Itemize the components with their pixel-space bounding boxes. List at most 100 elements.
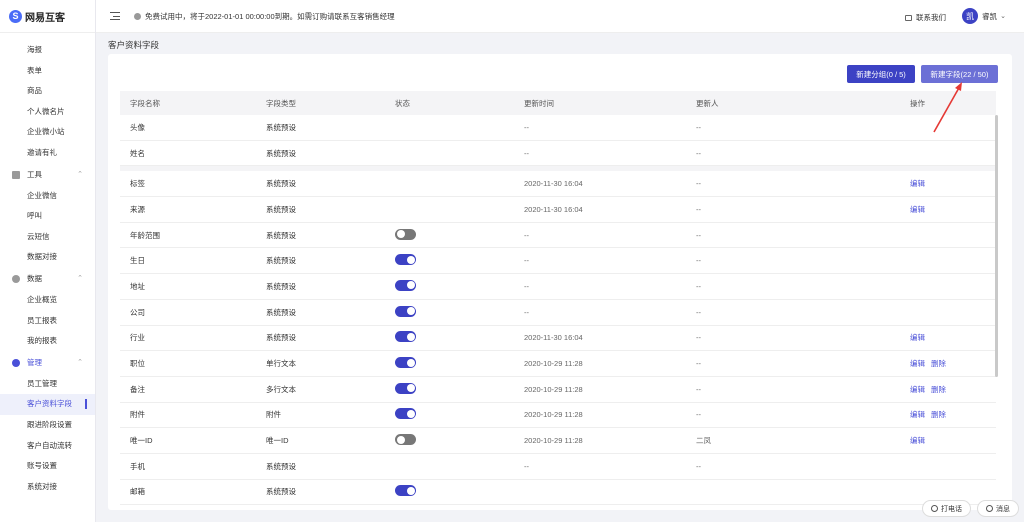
sidebar-item[interactable]: 员工报表 — [0, 311, 95, 332]
field-name: 备注 — [130, 384, 145, 394]
edit-link[interactable]: 编辑 — [910, 436, 925, 445]
updated-by: -- — [696, 359, 701, 369]
message-button[interactable]: 消息 — [977, 500, 1019, 517]
app-logo[interactable]: S 网易互客 — [0, 0, 95, 33]
sidebar-item[interactable]: 客户资料字段 — [0, 394, 95, 415]
chevron-up-icon: ⌃ — [77, 170, 83, 178]
sidebar: S 网易互客 海报 表单 商品 个人微名片 企业微小站 邀请有礼 工具 ⌃ 企业微信 呼叫 云短信数… — [0, 0, 96, 522]
sidebar-group-label: 数据 — [27, 273, 42, 283]
field-status — [395, 203, 524, 216]
sidebar-item[interactable]: 企业概览 — [0, 290, 95, 311]
sidebar-item[interactable]: 系统对接 — [0, 477, 95, 498]
updated-by: -- — [696, 230, 701, 240]
column-header: 字段类型 — [266, 98, 296, 108]
updated-by: -- — [696, 461, 701, 471]
sidebar-item[interactable]: 呼叫 — [0, 206, 95, 227]
call-button[interactable]: 打电话 — [922, 500, 971, 517]
field-type: 系统预设 — [266, 122, 296, 132]
field-status — [395, 279, 524, 293]
toggle-knob — [395, 148, 403, 157]
field-status — [395, 382, 524, 396]
sidebar-item[interactable]: 邀请有礼 — [0, 143, 95, 164]
sidebar-item[interactable]: 商品 — [0, 81, 95, 102]
updated-by: -- — [696, 307, 701, 317]
delete-link[interactable]: 删除 — [931, 385, 946, 394]
grid-icon — [12, 170, 20, 179]
status-toggle[interactable] — [395, 357, 416, 369]
field-status — [395, 331, 524, 344]
status-toggle[interactable] — [395, 382, 416, 394]
field-status — [395, 434, 524, 447]
sidebar-item[interactable]: 我的报表 — [0, 331, 95, 352]
chevron-down-icon: ⌄ — [1000, 13, 1006, 20]
status-toggle[interactable] — [395, 228, 416, 240]
status-toggle[interactable] — [395, 408, 416, 420]
sidebar-item[interactable]: 海报 — [0, 40, 95, 61]
table-scrollbar[interactable] — [995, 115, 998, 377]
status-toggle[interactable] — [395, 485, 416, 497]
toggle-knob — [406, 486, 415, 495]
field-type: 多行文本 — [266, 384, 296, 394]
edit-link[interactable]: 编辑 — [910, 205, 925, 214]
sidebar-group[interactable]: 数据 ⌃ — [0, 268, 95, 290]
sidebar-item[interactable]: 跟进阶段设置 — [0, 415, 95, 436]
sidebar-item[interactable]: 企业微信 — [0, 186, 95, 207]
sidebar-item[interactable]: 账号设置 — [0, 456, 95, 477]
field-type: 系统预设 — [266, 204, 296, 214]
status-toggle[interactable] — [395, 434, 416, 446]
user-name: 睿凯 — [982, 11, 998, 21]
status-toggle — [395, 460, 416, 471]
updated-time: 2020-10-29 11:28 — [524, 359, 583, 369]
sidebar-item[interactable]: 云短信 — [0, 227, 95, 248]
status-toggle[interactable] — [395, 279, 416, 291]
contact-us-link[interactable]: 联系我们 — [905, 12, 946, 23]
sidebar-item[interactable]: 员工管理 — [0, 374, 95, 395]
field-name: 年龄范围 — [130, 230, 160, 240]
chevron-up-icon: ⌃ — [77, 274, 83, 282]
updated-time: -- — [524, 230, 529, 240]
field-status — [395, 177, 524, 190]
sidebar-item[interactable]: 个人微名片 — [0, 102, 95, 123]
contact-us-label: 联系我们 — [916, 13, 946, 22]
edit-link[interactable]: 编辑 — [910, 410, 925, 419]
sidebar-item[interactable]: 客户自动流转 — [0, 436, 95, 457]
sidebar-group[interactable]: 管理 ⌃ — [0, 352, 95, 374]
menu-toggle-icon[interactable] — [110, 12, 120, 20]
toggle-knob — [406, 307, 415, 316]
updated-by: -- — [696, 122, 701, 132]
row-actions: 编辑 删除 — [910, 384, 980, 395]
annotation-arrow-icon — [933, 82, 962, 133]
message-label: 消息 — [996, 505, 1010, 513]
user-menu[interactable]: 凯 睿凯 ⌄ — [962, 8, 1006, 24]
delete-link[interactable]: 删除 — [931, 359, 946, 368]
table-row: 来源 系统预设 2020-11-30 16:04 -- 编辑 — [120, 197, 996, 223]
phone-icon — [931, 505, 938, 512]
updated-by: -- — [696, 256, 701, 266]
updated-time: 2020-10-29 11:28 — [524, 410, 583, 420]
edit-link[interactable]: 编辑 — [910, 385, 925, 394]
sidebar-item[interactable]: 企业微小站 — [0, 122, 95, 143]
edit-link[interactable]: 编辑 — [910, 179, 925, 188]
edit-link[interactable]: 编辑 — [910, 333, 925, 342]
table-row: 邮箱 系统预设 — [120, 480, 996, 506]
table-row: 附件 附件 2020-10-29 11:28 -- 编辑 删除 — [120, 403, 996, 429]
field-type: 系统预设 — [266, 487, 296, 497]
delete-link[interactable]: 删除 — [931, 410, 946, 419]
status-toggle — [395, 147, 416, 158]
status-toggle[interactable] — [395, 254, 416, 266]
gear-icon — [12, 358, 20, 367]
status-toggle[interactable] — [395, 305, 416, 317]
table-row: 备注 多行文本 2020-10-29 11:28 -- 编辑 删除 — [120, 377, 996, 403]
info-icon — [134, 12, 141, 20]
sidebar-item[interactable]: 表单 — [0, 61, 95, 82]
field-status — [395, 228, 524, 242]
updated-time: -- — [524, 122, 529, 132]
updated-time: -- — [524, 256, 529, 266]
new-group-button[interactable]: 新建分组(0 / 5) — [847, 65, 915, 83]
sidebar-group[interactable]: 工具 ⌃ — [0, 164, 95, 186]
trial-notice: 免费试用中，将于2022-01-01 00:00:00到期。如需订购请联系互客销… — [134, 11, 395, 22]
status-toggle[interactable] — [395, 331, 416, 343]
edit-link[interactable]: 编辑 — [910, 359, 925, 368]
toggle-knob — [395, 178, 403, 187]
sidebar-item[interactable]: 数据对接 — [0, 247, 95, 268]
